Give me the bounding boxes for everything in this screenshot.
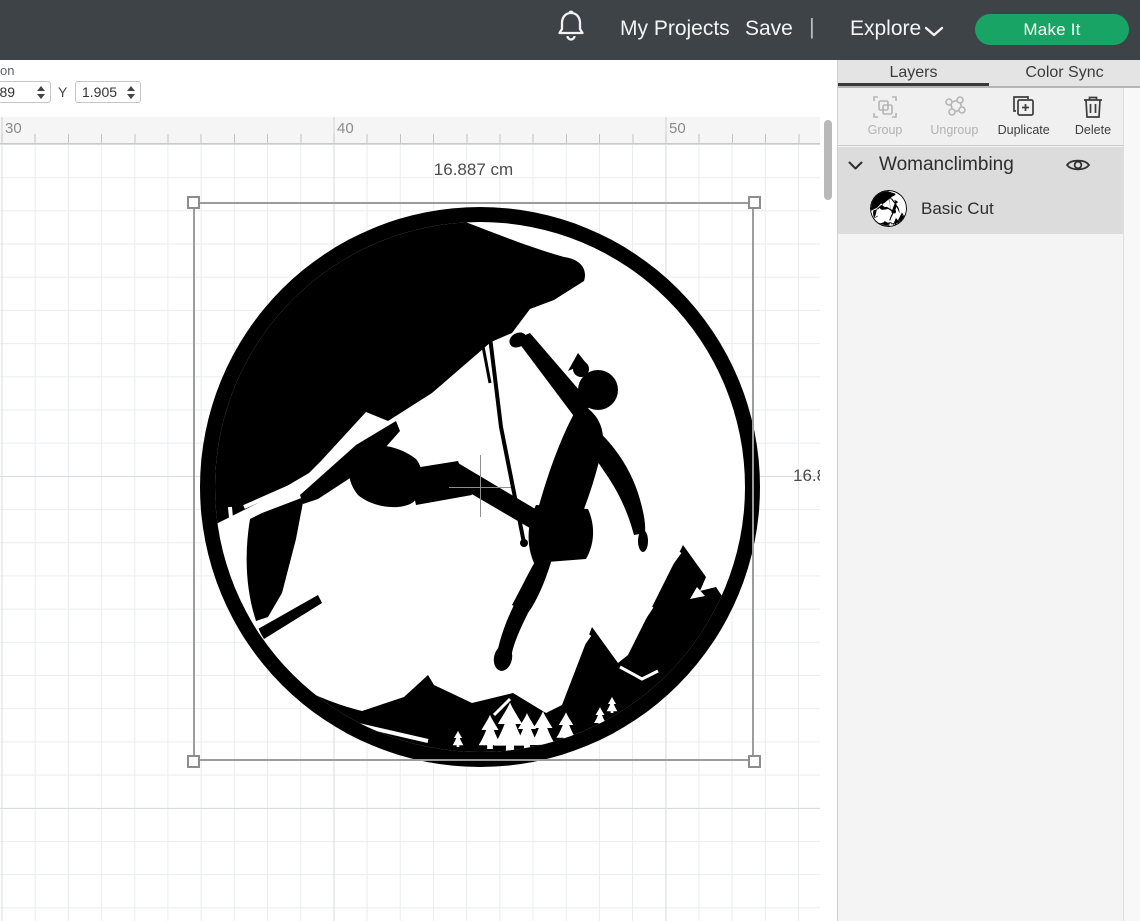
layer-thumbnail xyxy=(870,190,907,227)
selection-handle-top-right[interactable] xyxy=(748,196,761,209)
x-stepper[interactable] xyxy=(35,86,46,99)
tab-color-sync[interactable]: Color Sync xyxy=(989,60,1140,86)
horizontal-ruler: 30 40 50 xyxy=(0,117,820,144)
ruler-label-30: 30 xyxy=(5,120,22,137)
delete-icon xyxy=(1079,94,1107,120)
chevron-down-icon[interactable] xyxy=(848,161,863,170)
x-position-value: 6.089 xyxy=(0,84,35,100)
ruler-minor-ticks xyxy=(0,134,820,143)
selection-bounding-box[interactable] xyxy=(193,202,754,761)
x-position-input[interactable]: 6.089 xyxy=(0,81,51,103)
layer-actions: Group Ungroup Duplicate xyxy=(838,88,1140,146)
ungroup-icon xyxy=(940,94,968,120)
ruler-label-50: 50 xyxy=(669,120,686,137)
make-it-button[interactable]: Make It xyxy=(975,14,1129,45)
delete-label: Delete xyxy=(1075,123,1111,137)
canvas-scrollbar-thumb[interactable] xyxy=(824,120,832,200)
selection-width-label: 16.887 cm xyxy=(193,160,754,180)
layer-type-label: Basic Cut xyxy=(921,199,994,219)
panel-scrollbar-track xyxy=(1124,88,1140,921)
panel-tabs: Layers Color Sync xyxy=(838,60,1140,88)
visibility-eye-icon[interactable] xyxy=(1065,156,1091,174)
chevron-down-icon[interactable] xyxy=(924,26,944,37)
duplicate-button[interactable]: Duplicate xyxy=(993,94,1055,145)
y-stepper[interactable] xyxy=(125,86,136,99)
notifications-bell-icon[interactable] xyxy=(556,8,586,42)
nav-my-projects[interactable]: My Projects xyxy=(620,17,730,41)
layer-item-basic-cut[interactable]: Basic Cut xyxy=(838,183,1123,234)
delete-button[interactable]: Delete xyxy=(1062,94,1124,145)
y-position-label: Y xyxy=(58,84,67,100)
position-label-clipped: on xyxy=(0,63,14,78)
nav-save[interactable]: Save xyxy=(745,17,793,41)
ruler-label-40: 40 xyxy=(337,120,354,137)
layer-group-header[interactable]: Womanclimbing xyxy=(838,147,1123,183)
selection-handle-bottom-left[interactable] xyxy=(187,755,200,768)
selection-handle-top-left[interactable] xyxy=(187,196,200,209)
nav-explore[interactable]: Explore xyxy=(850,17,921,41)
layer-group-name: Womanclimbing xyxy=(879,154,1014,176)
nav-divider: | xyxy=(809,14,815,40)
layers-panel: Layers Color Sync Group Ungroup xyxy=(837,60,1140,921)
tab-layers[interactable]: Layers xyxy=(838,60,989,86)
group-button[interactable]: Group xyxy=(854,94,916,145)
y-position-input[interactable]: 1.905 xyxy=(75,81,141,103)
layer-group-selected[interactable]: Womanclimbing Basic Cut xyxy=(838,147,1123,234)
selection-center-crosshair-vertical xyxy=(480,455,481,517)
top-bar: My Projects Save | Explore Make It xyxy=(0,0,1140,60)
edit-toolbar: on 6.089 Y 1.905 xyxy=(0,60,837,117)
y-position-value: 1.905 xyxy=(80,84,125,100)
group-label: Group xyxy=(868,123,903,137)
selection-center-crosshair-horizontal xyxy=(449,487,511,488)
ungroup-button[interactable]: Ungroup xyxy=(923,94,985,145)
duplicate-icon xyxy=(1010,94,1038,120)
selection-handle-bottom-right[interactable] xyxy=(748,755,761,768)
canvas-scrollbar-track xyxy=(820,117,837,921)
group-icon xyxy=(871,94,899,120)
ungroup-label: Ungroup xyxy=(930,123,978,137)
duplicate-label: Duplicate xyxy=(998,123,1050,137)
